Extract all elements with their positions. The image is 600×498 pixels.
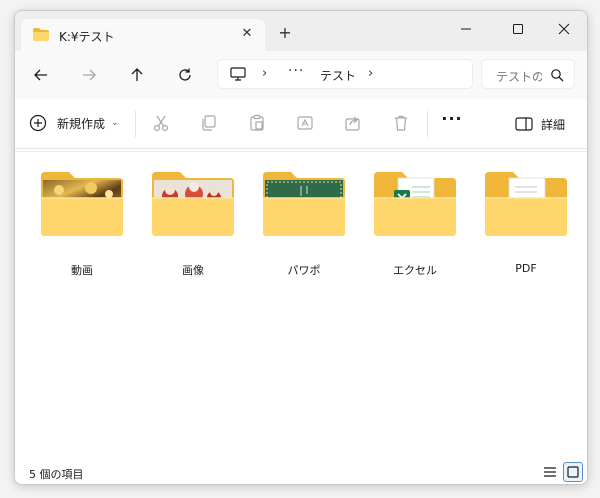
folder-item[interactable]: 動画 <box>32 166 132 277</box>
folder-icon <box>374 172 456 236</box>
maximize-icon <box>513 24 523 34</box>
folder-item[interactable]: 画像 <box>143 166 243 277</box>
command-bar: 新規作成 ⌄ ··· 詳細 <box>15 99 587 149</box>
arrow-left-icon <box>34 69 47 81</box>
folder-icon <box>485 172 567 236</box>
delete-icon <box>395 115 407 131</box>
paste-button[interactable] <box>247 113 267 133</box>
delete-button[interactable] <box>391 113 411 133</box>
search-box[interactable]: テストの検索 <box>481 59 575 89</box>
new-tab-button[interactable]: + <box>277 25 293 41</box>
maximize-button[interactable] <box>495 15 541 43</box>
this-pc-icon <box>230 67 246 81</box>
details-button[interactable]: 詳細 <box>515 113 565 135</box>
folder-item[interactable]: PDF <box>476 166 576 276</box>
list-view-icon <box>544 467 556 477</box>
copy-icon <box>202 115 216 131</box>
cut-button[interactable] <box>151 113 171 133</box>
add-circle-icon <box>29 114 47 132</box>
folder-name: 画像 <box>182 264 204 277</box>
details-label: 詳細 <box>541 117 566 132</box>
share-button[interactable] <box>343 113 363 133</box>
details-view-button[interactable] <box>541 463 559 481</box>
tab-current[interactable]: K:¥テスト ✕ <box>21 19 265 51</box>
folder-icon <box>263 172 345 236</box>
folder-item[interactable]: パワポ <box>254 166 354 277</box>
arrow-up-icon <box>131 68 143 81</box>
paste-icon <box>250 114 264 131</box>
folder-icon <box>41 172 123 236</box>
item-count: 5 個の項目 <box>29 468 84 481</box>
tiles-view-icon <box>567 466 579 478</box>
status-bar: 5 個の項目 <box>15 458 587 484</box>
address-overflow-button[interactable]: ··· <box>288 63 304 79</box>
file-view: 動画 画像 パワポ エクセル PDF <box>15 152 587 458</box>
share-icon <box>345 116 360 131</box>
divider <box>135 111 136 137</box>
explorer-window: K:¥テスト ✕ + › ··· テスト › テスト 新規作成 ⌄ ··· 詳細… <box>14 10 588 485</box>
chevron-right-icon[interactable]: › <box>368 66 373 81</box>
chevron-down-icon: ⌄ <box>111 118 119 128</box>
folder-icon <box>33 28 49 41</box>
folder-name: 動画 <box>71 264 93 277</box>
search-icon <box>551 69 564 82</box>
refresh-button[interactable] <box>175 65 195 85</box>
folder-item[interactable]: エクセル <box>365 166 465 277</box>
cut-icon <box>153 115 169 132</box>
folder-icon <box>152 172 234 236</box>
copy-button[interactable] <box>199 113 219 133</box>
arrow-right-icon <box>83 69 96 81</box>
search-input[interactable]: テストの検索 <box>496 68 542 85</box>
chevron-right-icon[interactable]: › <box>262 66 267 81</box>
new-button-label: 新規作成 <box>57 116 106 131</box>
address-bar[interactable]: › ··· テスト › <box>217 59 473 89</box>
refresh-icon <box>179 68 191 81</box>
folder-name: エクセル <box>393 264 437 277</box>
folder-name: パワポ <box>287 264 321 277</box>
minimize-button[interactable] <box>443 15 489 43</box>
folder-name: PDF <box>515 262 537 275</box>
large-icons-view-button[interactable] <box>563 462 583 482</box>
divider <box>427 111 428 137</box>
up-button[interactable] <box>127 65 147 85</box>
details-pane-icon <box>515 117 533 131</box>
close-button[interactable] <box>541 15 587 43</box>
minimize-icon <box>461 28 471 30</box>
tab-title: K:¥テスト <box>59 30 115 44</box>
new-button[interactable]: 新規作成 ⌄ <box>29 111 119 135</box>
more-options-button[interactable]: ··· <box>441 111 463 132</box>
back-button[interactable] <box>31 65 51 85</box>
breadcrumb-item[interactable]: テスト <box>320 67 356 84</box>
tab-close-icon[interactable]: ✕ <box>239 26 255 42</box>
forward-button[interactable] <box>79 65 99 85</box>
title-bar: K:¥テスト ✕ + <box>15 11 587 51</box>
navigation-bar: › ··· テスト › テストの検索 <box>15 51 587 99</box>
rename-icon <box>297 116 313 130</box>
close-icon <box>558 23 570 35</box>
rename-button[interactable] <box>295 113 315 133</box>
